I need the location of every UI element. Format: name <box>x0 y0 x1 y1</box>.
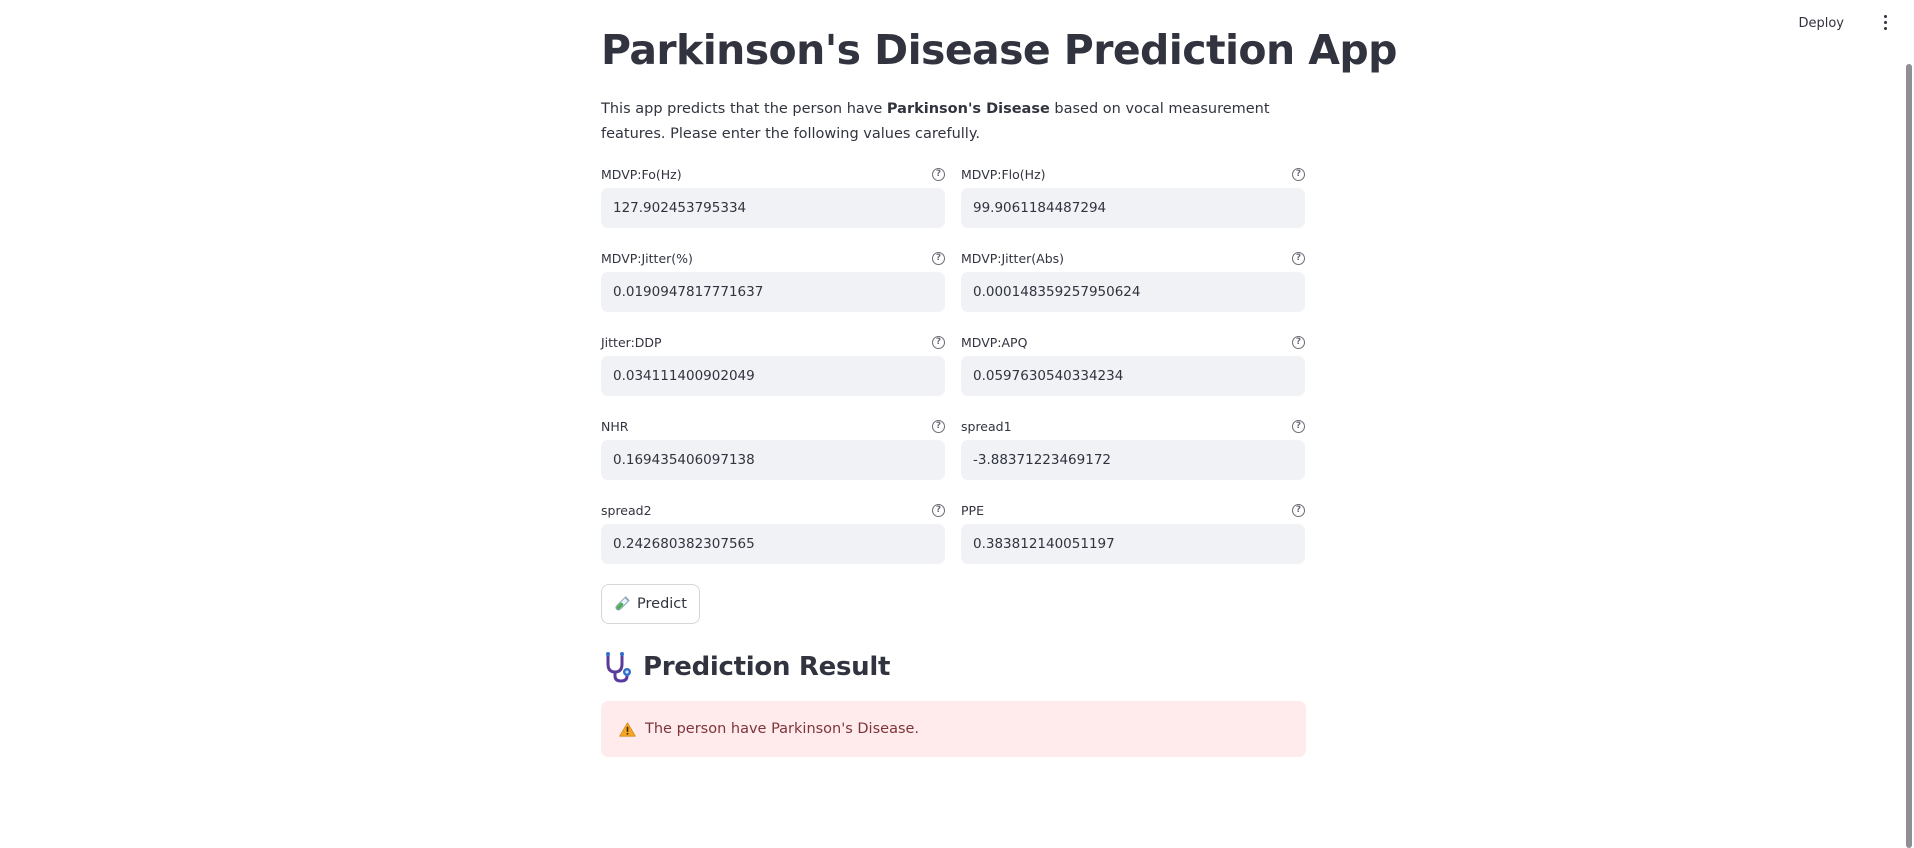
help-icon[interactable]: ? <box>1292 252 1305 265</box>
help-icon[interactable]: ? <box>932 420 945 433</box>
help-icon[interactable]: ? <box>932 336 945 349</box>
intro-bold: Parkinson's Disease <box>886 101 1050 117</box>
result-message: The person have Parkinson's Disease. <box>645 721 920 737</box>
mdvp-jitter-percent-input[interactable] <box>601 272 945 312</box>
mdvp-fo-input[interactable] <box>601 188 945 228</box>
page-title: Parkinson's Disease Prediction App <box>601 26 1397 74</box>
help-icon[interactable]: ? <box>1292 420 1305 433</box>
stethoscope-icon <box>606 652 631 683</box>
warning-icon <box>619 721 636 737</box>
result-title: Prediction Result <box>643 652 891 682</box>
field-jitter-ddp: Jitter:DDP ? <box>601 333 945 396</box>
field-nhr: NHR ? <box>601 417 945 480</box>
field-spread1: spread1 ? <box>961 417 1305 480</box>
main-menu-icon[interactable] <box>1878 12 1892 32</box>
field-label: NHR <box>601 419 629 434</box>
field-mdvp-jitter-percent: MDVP:Jitter(%) ? <box>601 249 945 312</box>
field-mdvp-flo: MDVP:Flo(Hz) ? <box>961 165 1305 228</box>
field-label: MDVP:Jitter(%) <box>601 251 693 266</box>
test-tube-icon <box>615 596 630 611</box>
predict-button-label: Predict <box>637 596 687 612</box>
field-label: Jitter:DDP <box>601 335 662 350</box>
help-icon[interactable]: ? <box>1292 504 1305 517</box>
spread1-input[interactable] <box>961 440 1305 480</box>
intro-text: This app predicts that the person have P… <box>601 97 1306 147</box>
jitter-ddp-input[interactable] <box>601 356 945 396</box>
field-ppe: PPE ? <box>961 501 1305 564</box>
field-label: PPE <box>961 503 984 518</box>
result-heading: Prediction Result <box>601 650 890 684</box>
field-mdvp-apq: MDVP:APQ ? <box>961 333 1305 396</box>
mdvp-apq-input[interactable] <box>961 356 1305 396</box>
ppe-input[interactable] <box>961 524 1305 564</box>
field-mdvp-fo: MDVP:Fo(Hz) ? <box>601 165 945 228</box>
field-label: MDVP:Flo(Hz) <box>961 167 1046 182</box>
intro-prefix: This app predicts that the person have <box>601 101 887 117</box>
help-icon[interactable]: ? <box>932 252 945 265</box>
help-icon[interactable]: ? <box>932 168 945 181</box>
help-icon[interactable]: ? <box>1292 336 1305 349</box>
mdvp-flo-input[interactable] <box>961 188 1305 228</box>
field-label: MDVP:Jitter(Abs) <box>961 251 1065 266</box>
field-label: MDVP:Fo(Hz) <box>601 167 682 182</box>
deploy-button[interactable]: Deploy <box>1792 12 1850 35</box>
help-icon[interactable]: ? <box>932 504 945 517</box>
scrollbar[interactable] <box>1906 64 1912 848</box>
predict-button[interactable]: Predict <box>601 584 700 624</box>
field-spread2: spread2 ? <box>601 501 945 564</box>
field-label: MDVP:APQ <box>961 335 1028 350</box>
spread2-input[interactable] <box>601 524 945 564</box>
mdvp-jitter-abs-input[interactable] <box>961 272 1305 312</box>
field-mdvp-jitter-abs: MDVP:Jitter(Abs) ? <box>961 249 1305 312</box>
field-label: spread2 <box>601 503 652 518</box>
result-alert: The person have Parkinson's Disease. <box>601 701 1306 757</box>
help-icon[interactable]: ? <box>1292 168 1305 181</box>
nhr-input[interactable] <box>601 440 945 480</box>
field-label: spread1 <box>961 419 1012 434</box>
